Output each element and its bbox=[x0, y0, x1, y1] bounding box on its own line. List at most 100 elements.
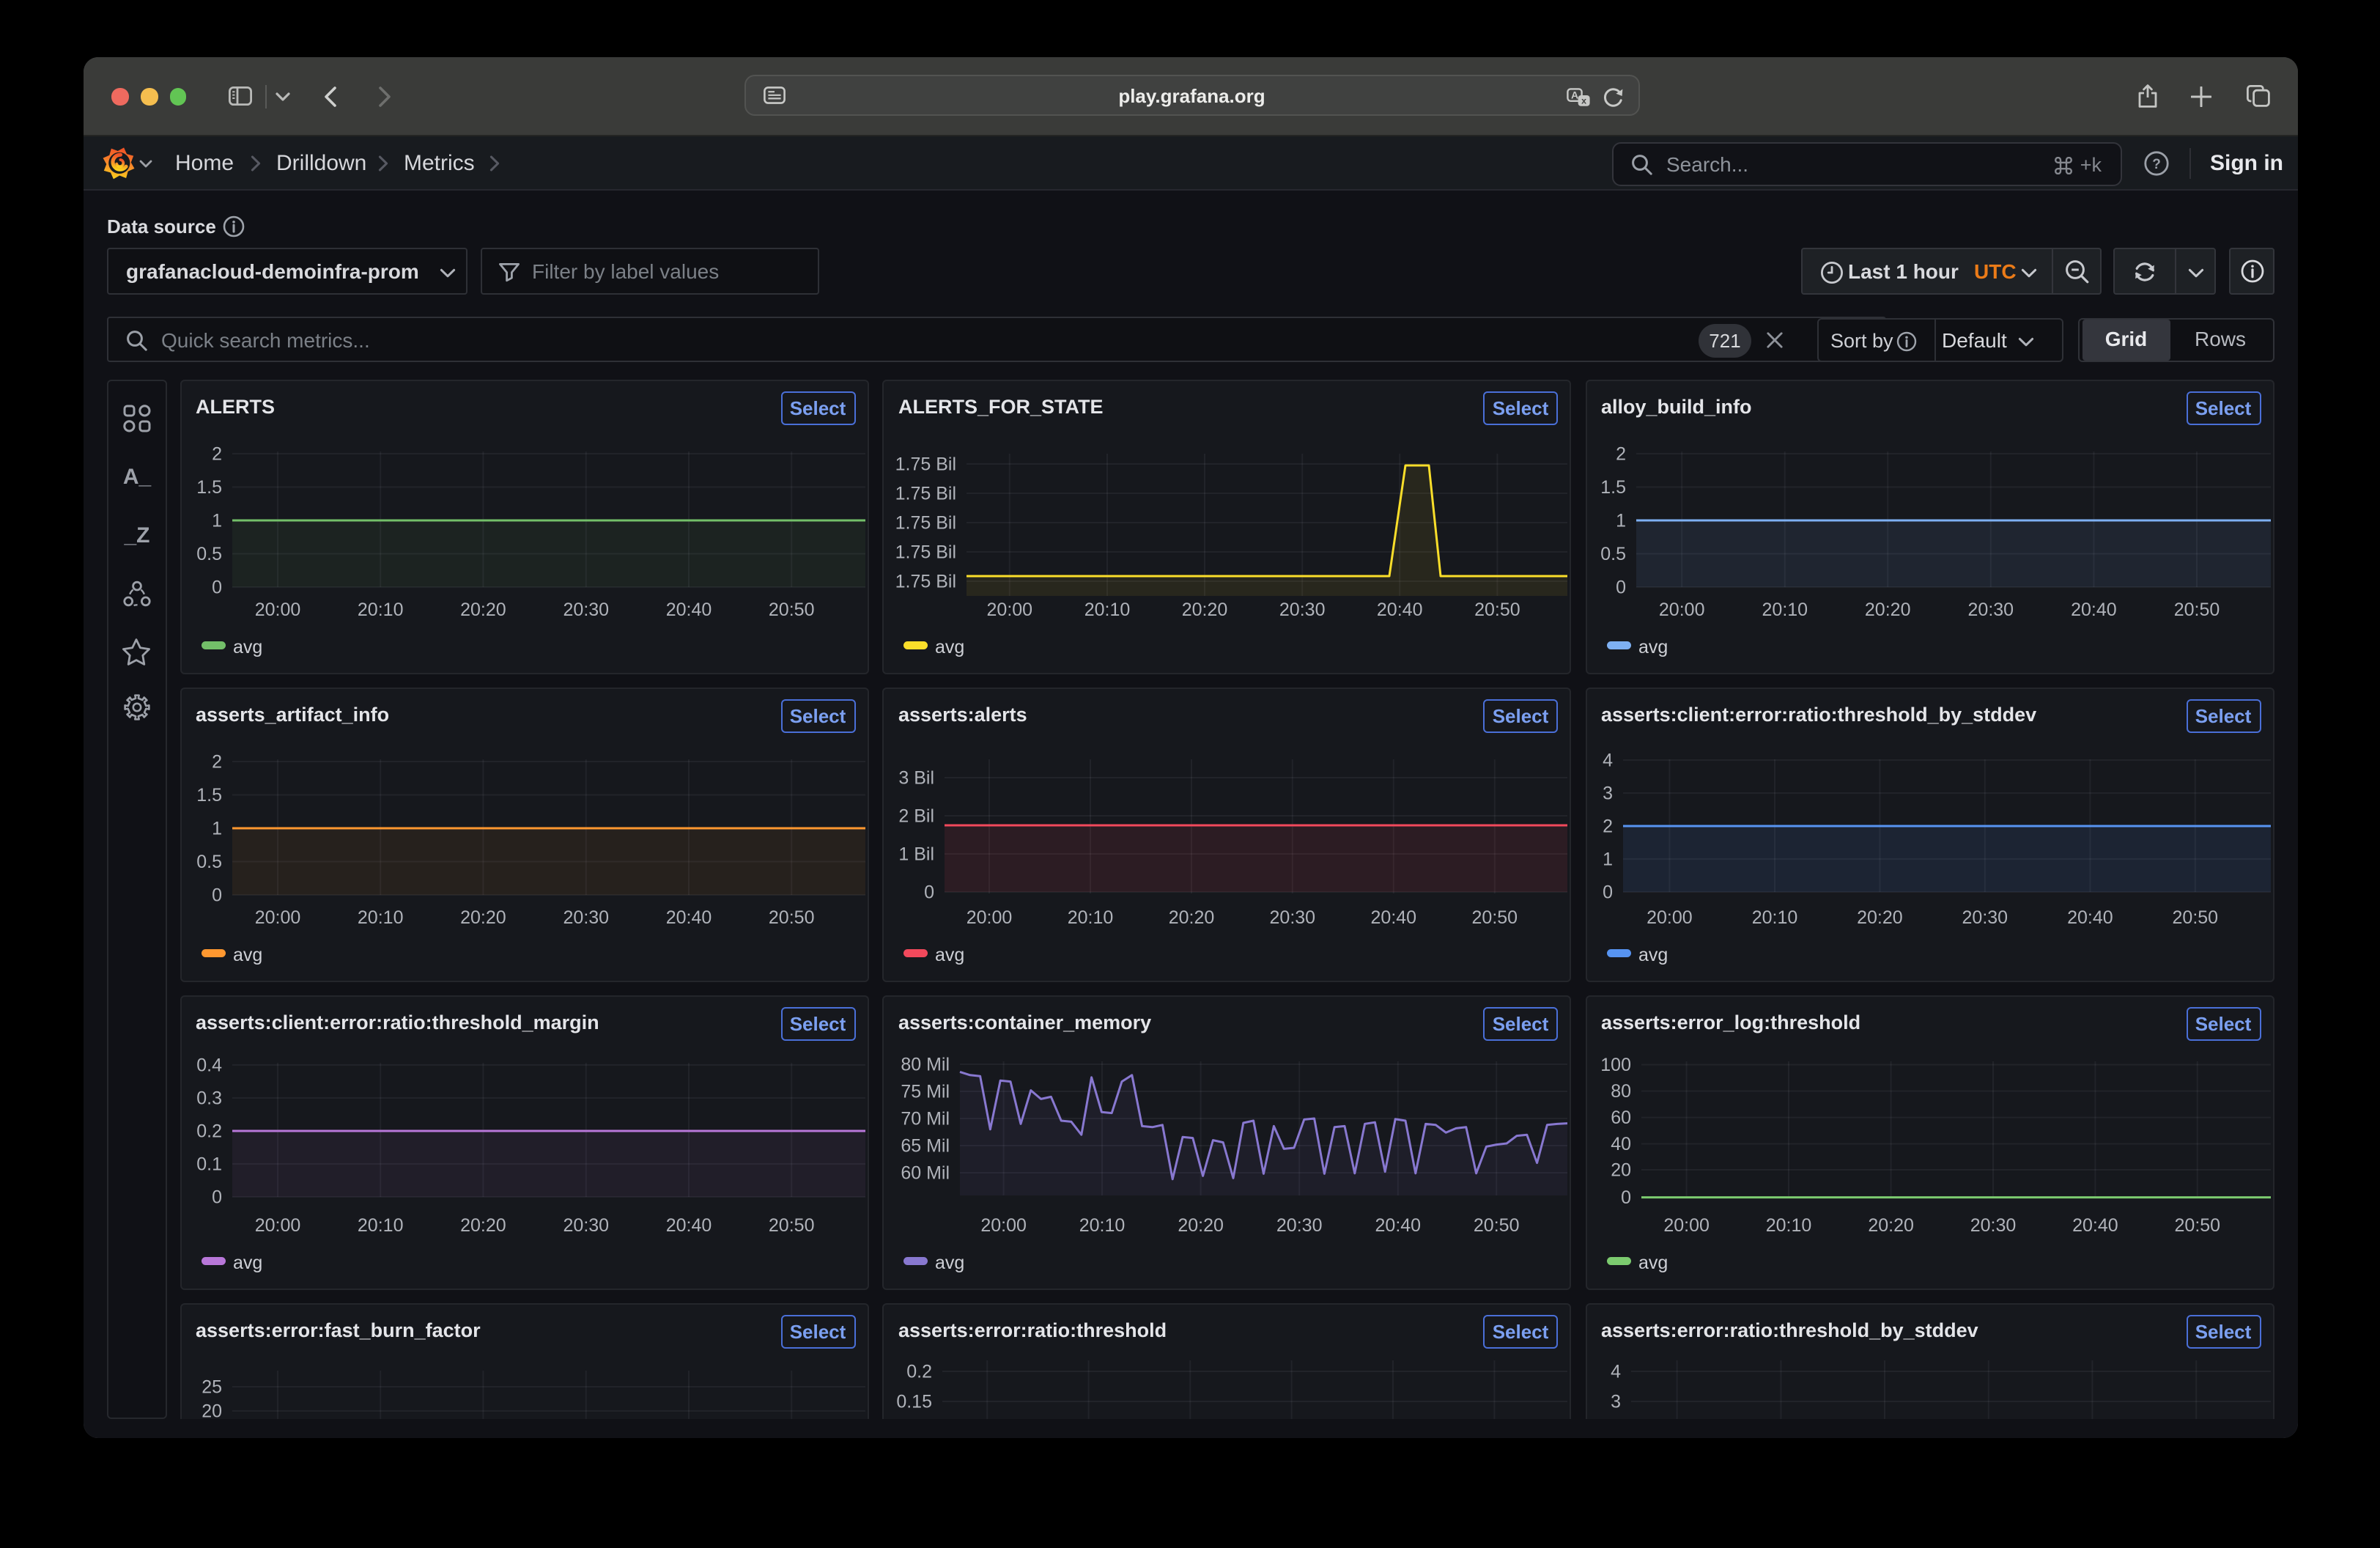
svg-text:20:30: 20:30 bbox=[1276, 1215, 1323, 1236]
svg-text:20:20: 20:20 bbox=[1864, 600, 1910, 620]
svg-text:avg: avg bbox=[935, 637, 964, 657]
svg-text:20:20: 20:20 bbox=[1178, 1215, 1224, 1236]
svg-text:0.5: 0.5 bbox=[196, 544, 221, 564]
svg-text:20:10: 20:10 bbox=[357, 1215, 403, 1236]
svg-text:65 Mil: 65 Mil bbox=[901, 1135, 950, 1156]
svg-text:1: 1 bbox=[1615, 510, 1625, 531]
svg-text:100: 100 bbox=[1600, 1055, 1630, 1075]
svg-text:avg: avg bbox=[1638, 637, 1667, 657]
svg-text:20:40: 20:40 bbox=[1375, 1215, 1422, 1236]
svg-text:1.75 Bil: 1.75 Bil bbox=[895, 542, 956, 562]
svg-text:20:50: 20:50 bbox=[1472, 907, 1518, 928]
svg-text:0: 0 bbox=[1620, 1187, 1630, 1208]
svg-text:A: A bbox=[1571, 89, 1578, 100]
svg-text:0.2: 0.2 bbox=[196, 1121, 221, 1141]
svg-text:avg: avg bbox=[1638, 945, 1667, 965]
svg-text:80: 80 bbox=[1610, 1081, 1630, 1102]
svg-text:20:30: 20:30 bbox=[1279, 600, 1326, 620]
svg-text:20:20: 20:20 bbox=[1867, 1215, 1913, 1236]
svg-text:20:40: 20:40 bbox=[665, 1215, 712, 1236]
svg-text:20:00: 20:00 bbox=[254, 600, 300, 620]
svg-text:20:40: 20:40 bbox=[2070, 600, 2116, 620]
svg-text:20: 20 bbox=[201, 1401, 221, 1418]
svg-text:20:30: 20:30 bbox=[563, 1215, 609, 1236]
svg-text:70 Mil: 70 Mil bbox=[901, 1108, 950, 1129]
svg-text:60 Mil: 60 Mil bbox=[901, 1162, 950, 1183]
svg-text:20:40: 20:40 bbox=[1377, 600, 1423, 620]
svg-text:0.3: 0.3 bbox=[196, 1088, 221, 1108]
svg-text:20:50: 20:50 bbox=[768, 907, 814, 928]
svg-text:20:50: 20:50 bbox=[768, 1215, 814, 1236]
svg-text:0: 0 bbox=[1615, 577, 1625, 597]
svg-text:0.15: 0.15 bbox=[896, 1391, 932, 1412]
svg-text:20:40: 20:40 bbox=[665, 907, 712, 928]
svg-text:20:40: 20:40 bbox=[1371, 907, 1417, 928]
svg-text:2: 2 bbox=[211, 443, 221, 464]
svg-text:20:30: 20:30 bbox=[1967, 600, 2014, 620]
svg-text:20:10: 20:10 bbox=[1068, 907, 1114, 928]
svg-text:0.1: 0.1 bbox=[196, 1154, 221, 1174]
svg-text:20:40: 20:40 bbox=[2072, 1215, 2118, 1236]
svg-text:x: x bbox=[1581, 95, 1586, 106]
svg-text:20:20: 20:20 bbox=[1182, 600, 1228, 620]
svg-text:1 Bil: 1 Bil bbox=[898, 844, 934, 864]
svg-text:0.4: 0.4 bbox=[196, 1055, 221, 1075]
svg-text:75 Mil: 75 Mil bbox=[901, 1081, 950, 1102]
svg-text:avg: avg bbox=[232, 637, 262, 657]
svg-text:1.75 Bil: 1.75 Bil bbox=[895, 454, 956, 474]
svg-text:0: 0 bbox=[211, 577, 221, 597]
svg-text:1: 1 bbox=[211, 818, 221, 838]
svg-text:1.75 Bil: 1.75 Bil bbox=[895, 483, 956, 504]
svg-text:20:30: 20:30 bbox=[1962, 907, 2008, 928]
svg-text:20:30: 20:30 bbox=[563, 907, 609, 928]
svg-text:20:10: 20:10 bbox=[357, 907, 403, 928]
svg-text:0: 0 bbox=[1602, 882, 1612, 902]
svg-text:20:00: 20:00 bbox=[980, 1215, 1027, 1236]
svg-text:0.5: 0.5 bbox=[196, 852, 221, 872]
svg-text:3: 3 bbox=[1610, 1391, 1620, 1412]
svg-text:4: 4 bbox=[1610, 1361, 1620, 1382]
svg-text:1: 1 bbox=[1602, 849, 1612, 869]
svg-text:20:50: 20:50 bbox=[768, 600, 814, 620]
svg-text:40: 40 bbox=[1610, 1134, 1630, 1154]
svg-text:20:50: 20:50 bbox=[1474, 1215, 1520, 1236]
svg-text:20:10: 20:10 bbox=[1084, 600, 1131, 620]
svg-text:?: ? bbox=[2151, 157, 2160, 172]
svg-text:0.5: 0.5 bbox=[1600, 544, 1625, 564]
svg-text:20:30: 20:30 bbox=[1970, 1215, 2016, 1236]
svg-text:20:10: 20:10 bbox=[357, 600, 403, 620]
svg-text:0: 0 bbox=[211, 1187, 221, 1207]
svg-text:1.75 Bil: 1.75 Bil bbox=[895, 512, 956, 533]
svg-text:20:00: 20:00 bbox=[987, 600, 1033, 620]
svg-text:1.5: 1.5 bbox=[196, 785, 221, 806]
svg-text:20:10: 20:10 bbox=[1079, 1215, 1126, 1236]
svg-text:2: 2 bbox=[1615, 443, 1625, 464]
svg-text:2: 2 bbox=[211, 751, 221, 772]
svg-text:20:00: 20:00 bbox=[254, 907, 300, 928]
svg-text:4: 4 bbox=[1602, 750, 1612, 770]
svg-text:20:50: 20:50 bbox=[2174, 1215, 2220, 1236]
svg-text:20:10: 20:10 bbox=[1765, 1215, 1811, 1236]
svg-text:3: 3 bbox=[1602, 783, 1612, 803]
svg-text:3 Bil: 3 Bil bbox=[898, 767, 934, 788]
svg-text:20:30: 20:30 bbox=[1270, 907, 1316, 928]
svg-text:avg: avg bbox=[232, 1253, 262, 1273]
svg-text:20:00: 20:00 bbox=[1663, 1215, 1709, 1236]
svg-text:60: 60 bbox=[1610, 1107, 1630, 1128]
svg-text:avg: avg bbox=[1638, 1253, 1667, 1273]
svg-text:80 Mil: 80 Mil bbox=[901, 1054, 950, 1075]
svg-text:2: 2 bbox=[1602, 816, 1612, 836]
svg-text:20:00: 20:00 bbox=[967, 907, 1013, 928]
svg-text:20: 20 bbox=[1610, 1160, 1630, 1180]
svg-text:20:30: 20:30 bbox=[563, 600, 609, 620]
svg-text:2 Bil: 2 Bil bbox=[898, 806, 934, 826]
svg-text:avg: avg bbox=[935, 1253, 964, 1273]
svg-text:20:50: 20:50 bbox=[2173, 600, 2220, 620]
svg-text:0: 0 bbox=[924, 882, 934, 902]
svg-text:1: 1 bbox=[211, 510, 221, 531]
svg-text:20:20: 20:20 bbox=[459, 600, 506, 620]
svg-text:avg: avg bbox=[232, 945, 262, 965]
svg-text:20:20: 20:20 bbox=[1169, 907, 1215, 928]
svg-text:0: 0 bbox=[211, 885, 221, 905]
svg-text:20:40: 20:40 bbox=[2066, 907, 2113, 928]
